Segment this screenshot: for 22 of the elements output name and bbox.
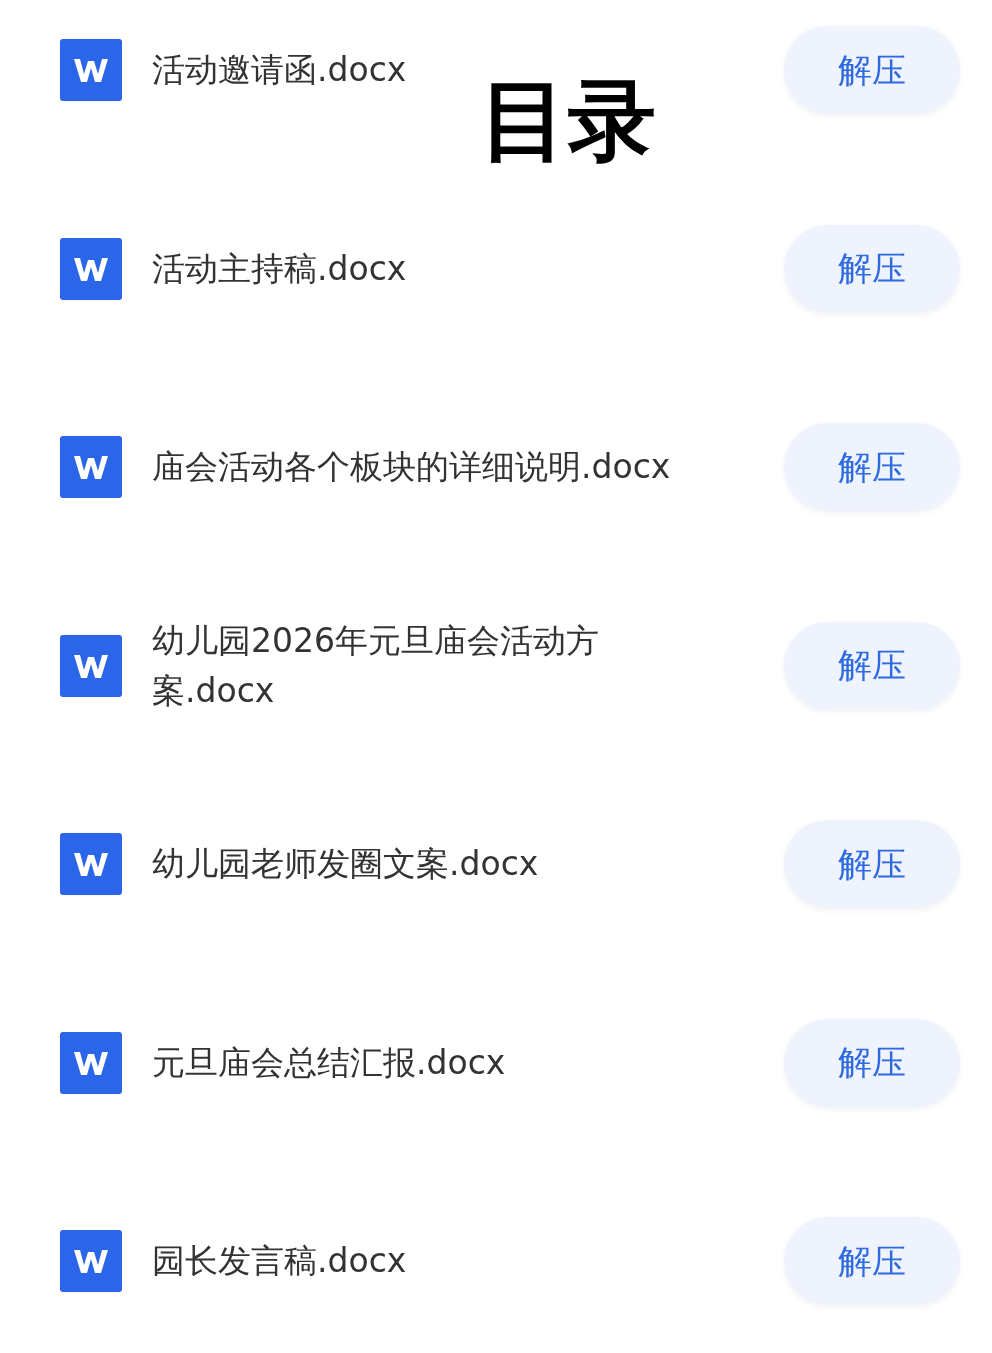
document-icon — [60, 237, 122, 300]
file-name: 庙会活动各个板块的详细说明.docx — [152, 446, 672, 488]
extract-button[interactable]: 解压 — [784, 224, 960, 313]
document-icon — [60, 634, 122, 697]
document-icon — [60, 1031, 122, 1094]
document-icon — [60, 436, 122, 498]
extract-button[interactable]: 解压 — [784, 1018, 960, 1107]
extract-button[interactable]: 解压 — [784, 621, 960, 710]
file-name: 园长发言稿.docx — [152, 1240, 408, 1282]
extract-button[interactable]: 解压 — [784, 1217, 960, 1305]
file-name: 元旦庙会总结汇报.docx — [152, 1041, 507, 1084]
document-icon — [60, 39, 122, 101]
overlay-title: 目录 — [480, 68, 656, 174]
file-name: 活动主持稿.docx — [152, 247, 408, 290]
file-name: 幼儿园老师发圈文案.docx — [152, 843, 540, 885]
document-icon — [60, 1230, 122, 1292]
file-name: 幼儿园2026年元旦庙会活动方案.docx — [152, 619, 600, 712]
file-name: 活动邀请函.docx — [152, 49, 408, 91]
extract-button[interactable]: 解压 — [784, 820, 960, 908]
extract-button[interactable]: 解压 — [784, 26, 960, 114]
extract-button[interactable]: 解压 — [784, 423, 960, 511]
document-icon — [60, 833, 122, 895]
